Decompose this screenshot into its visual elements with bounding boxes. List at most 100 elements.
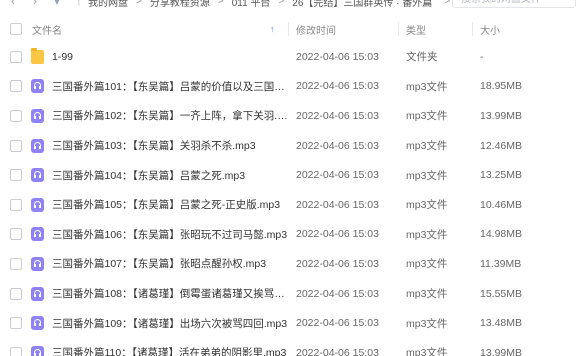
- file-name[interactable]: 1-99: [52, 51, 288, 63]
- up-icon[interactable]: ↑: [72, 0, 86, 8]
- file-mtime: 2022-04-06 15:03: [296, 228, 379, 241]
- file-name[interactable]: 三国番外篇101：【东吴篇】吕蒙的价值以及三国的内讧....: [52, 79, 288, 94]
- audio-file-icon: [31, 197, 44, 212]
- file-row[interactable]: 三国番外篇106：【东吴篇】张昭玩不过司马懿.mp3 2022-04-06 15:…: [0, 220, 576, 250]
- breadcrumb-separator: >: [444, 0, 451, 7]
- breadcrumb-item[interactable]: 分享教程资源: [150, 0, 210, 9]
- audio-file-icon: [31, 108, 44, 123]
- file-size: 15.55MB: [480, 287, 523, 300]
- file-row[interactable]: 三国番外篇102：【东吴篇】一齐上阵，拿下关羽.mp3 2022-04-06 15…: [0, 101, 576, 131]
- folder-icon: [31, 47, 44, 64]
- file-size: 10.46MB: [480, 198, 523, 211]
- file-row[interactable]: 三国番外篇101：【东吴篇】吕蒙的价值以及三国的内讧.... 2022-04-06…: [0, 72, 576, 102]
- breadcrumb-separator: >: [136, 0, 142, 7]
- file-name[interactable]: 三国番外篇108：【诸葛瑾】倒霉蛋诸葛瑾又挨骂了.mp3: [52, 286, 288, 301]
- file-name[interactable]: 三国番外篇106：【东吴篇】张昭玩不过司马懿.mp3: [52, 227, 288, 242]
- search-input[interactable]: 搜索我的网盘文件: [452, 0, 576, 8]
- breadcrumb: 我的网盘 > 分享教程资源 > 011 平台 > 26【完结】三国群英传 · 番…: [88, 0, 451, 9]
- audio-file-icon: [31, 316, 44, 331]
- file-size: 13.48MB: [480, 317, 523, 330]
- back-icon[interactable]: ‹: [6, 0, 20, 8]
- forward-icon[interactable]: ›: [28, 0, 42, 8]
- breadcrumb-separator: >: [278, 0, 285, 7]
- breadcrumb-item[interactable]: 我的网盘: [88, 0, 128, 9]
- row-checkbox[interactable]: [10, 80, 22, 93]
- file-type: mp3文件: [406, 140, 448, 153]
- column-header-size[interactable]: 大小: [480, 22, 500, 37]
- select-all-checkbox[interactable]: [10, 23, 22, 35]
- audio-file-icon: [31, 79, 44, 94]
- file-size: 13.99MB: [480, 109, 523, 122]
- file-row[interactable]: 三国番外篇107：【东吴篇】张昭点醒孙权.mp3 2022-04-06 15:03…: [0, 249, 576, 279]
- row-checkbox[interactable]: [10, 169, 22, 182]
- audio-file-icon: [31, 227, 44, 242]
- row-checkbox[interactable]: [10, 139, 22, 152]
- file-row[interactable]: 三国番外篇103：【东吴篇】关羽杀不杀.mp3 2022-04-06 15:03 m…: [0, 131, 576, 161]
- file-mtime: 2022-04-06 15:03: [296, 109, 379, 122]
- file-name[interactable]: 三国番外篇105：【东吴篇】吕蒙之死-正史版.mp3: [52, 197, 288, 212]
- file-mtime: 2022-04-06 15:03: [296, 139, 379, 152]
- audio-file-icon: [31, 168, 44, 183]
- breadcrumb-item[interactable]: 011 平台: [232, 0, 271, 9]
- nav-buttons: ‹ › ▾ ↑: [6, 0, 86, 8]
- file-name[interactable]: 三国番外篇110：【诸葛瑾】活在弟弟的阴影里.mp3: [52, 345, 288, 356]
- column-header-name[interactable]: 文件名: [32, 22, 62, 37]
- sort-arrow-icon[interactable]: ↑: [270, 24, 275, 34]
- row-checkbox[interactable]: [10, 198, 22, 211]
- file-mtime: 2022-04-06 15:03: [296, 287, 379, 300]
- breadcrumb-separator: >: [217, 0, 224, 7]
- file-type: mp3文件: [406, 80, 448, 93]
- file-type: 文件夹: [406, 51, 438, 64]
- audio-file-icon: [31, 138, 44, 153]
- file-size: -: [480, 50, 484, 63]
- folder-row[interactable]: 1-99 2022-04-06 15:03 文件夹 -: [0, 42, 576, 72]
- file-type: mp3文件: [406, 317, 448, 330]
- row-checkbox[interactable]: [10, 287, 22, 300]
- file-row[interactable]: 三国番外篇108：【诸葛瑾】倒霉蛋诸葛瑾又挨骂了.mp3 2022-04-06 1…: [0, 279, 576, 309]
- file-name[interactable]: 三国番外篇103：【东吴篇】关羽杀不杀.mp3: [52, 138, 288, 153]
- column-divider[interactable]: [472, 22, 473, 36]
- file-type: mp3文件: [406, 169, 448, 182]
- top-toolbar: ‹ › ▾ ↑ 我的网盘 > 分享教程资源 > 011 平台 > 26【完结】三…: [0, 0, 576, 10]
- file-mtime: 2022-04-06 15:03: [296, 169, 379, 182]
- audio-file-icon: [31, 345, 44, 356]
- file-name[interactable]: 三国番外篇107：【东吴篇】张昭点醒孙权.mp3: [52, 256, 288, 271]
- file-size: 13.25MB: [480, 169, 523, 182]
- file-mtime: 2022-04-06 15:03: [296, 50, 379, 63]
- audio-file-icon: [31, 256, 44, 271]
- file-size: 13.99MB: [480, 346, 523, 356]
- row-checkbox[interactable]: [10, 257, 22, 270]
- row-checkbox[interactable]: [10, 346, 22, 356]
- file-size: 14.98MB: [480, 228, 523, 241]
- file-type: mp3文件: [406, 228, 448, 241]
- file-row[interactable]: 三国番外篇104：【东吴篇】吕蒙之死.mp3 2022-04-06 15:03 mp…: [0, 160, 576, 190]
- file-mtime: 2022-04-06 15:03: [296, 317, 379, 330]
- column-header-mtime[interactable]: 修改时间: [296, 22, 336, 37]
- file-size: 18.95MB: [480, 80, 523, 93]
- file-row[interactable]: 三国番外篇109：【诸葛瑾】出场六次被骂四回.mp3 2022-04-06 15:…: [0, 308, 576, 338]
- file-size: 11.39MB: [480, 257, 522, 270]
- file-name[interactable]: 三国番外篇104：【东吴篇】吕蒙之死.mp3: [52, 168, 288, 183]
- row-checkbox[interactable]: [10, 50, 22, 63]
- file-list-header: 文件名 ↑ 修改时间 类型 大小: [0, 16, 576, 42]
- column-header-type[interactable]: 类型: [406, 22, 426, 37]
- file-type: mp3文件: [406, 110, 448, 123]
- file-name[interactable]: 三国番外篇109：【诸葛瑾】出场六次被骂四回.mp3: [52, 316, 288, 331]
- file-list: 1-99 2022-04-06 15:03 文件夹 - 三国番外篇101：【东吴篇】吕蒙…: [0, 42, 576, 356]
- row-checkbox[interactable]: [10, 228, 22, 241]
- row-checkbox[interactable]: [10, 317, 22, 330]
- column-divider[interactable]: [398, 22, 399, 36]
- file-row[interactable]: 三国番外篇105：【东吴篇】吕蒙之死-正史版.mp3 2022-04-06 15:…: [0, 190, 576, 220]
- file-size: 12.46MB: [480, 139, 523, 152]
- audio-file-icon: [31, 286, 44, 301]
- file-type: mp3文件: [406, 288, 448, 301]
- file-row[interactable]: 三国番外篇110：【诸葛瑾】活在弟弟的阴影里.mp3 2022-04-06 15:…: [0, 338, 576, 356]
- row-checkbox[interactable]: [10, 109, 22, 122]
- file-mtime: 2022-04-06 15:03: [296, 257, 379, 270]
- file-name[interactable]: 三国番外篇102：【东吴篇】一齐上阵，拿下关羽.mp3: [52, 108, 288, 123]
- column-divider[interactable]: [288, 22, 289, 36]
- file-mtime: 2022-04-06 15:03: [296, 80, 379, 93]
- file-mtime: 2022-04-06 15:03: [296, 198, 379, 211]
- chevron-down-icon[interactable]: ▾: [50, 0, 64, 8]
- breadcrumb-item-current[interactable]: 26【完结】三国群英传 · 番外篇: [292, 0, 432, 9]
